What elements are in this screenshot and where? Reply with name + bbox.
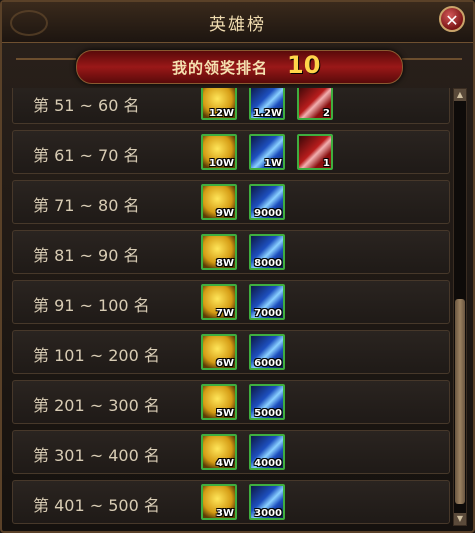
reward-quantity: 6000 <box>254 358 282 369</box>
reward-row: 第 91 ~ 100 名 7W 7000 <box>12 280 450 324</box>
reward-quantity: 4W <box>216 458 234 469</box>
reward-row: 第 101 ~ 200 名 6W 6000 <box>12 330 450 374</box>
crystal-reward-icon[interactable]: 4000 <box>249 434 285 470</box>
reward-quantity: 1 <box>323 158 330 169</box>
my-rank-label: 我的领奖排名 <box>172 59 269 77</box>
rank-range-label: 第 401 ~ 500 名 <box>33 496 160 515</box>
reward-quantity: 7W <box>216 308 234 319</box>
gold-reward-icon[interactable]: 4W <box>201 434 237 470</box>
scrollbar-thumb[interactable] <box>455 299 465 504</box>
rank-range-label: 第 201 ~ 300 名 <box>33 396 160 415</box>
reward-row: 第 301 ~ 400 名 4W 4000 <box>12 430 450 474</box>
gold-reward-icon[interactable]: 9W <box>201 184 237 220</box>
gold-reward-icon[interactable]: 8W <box>201 234 237 270</box>
crystal-reward-icon[interactable]: 5000 <box>249 384 285 420</box>
reward-quantity: 12W <box>209 108 234 119</box>
box-reward-icon[interactable]: 2 <box>297 88 333 120</box>
reward-row: 第 61 ~ 70 名 10W 1W 1 <box>12 130 450 174</box>
banner-wing-left <box>16 58 76 76</box>
reward-row: 第 401 ~ 500 名 3W 3000 <box>12 480 450 524</box>
crystal-reward-icon[interactable]: 9000 <box>249 184 285 220</box>
crystal-reward-icon[interactable]: 8000 <box>249 234 285 270</box>
reward-quantity: 10W <box>209 158 234 169</box>
reward-row: 第 81 ~ 90 名 8W 8000 <box>12 230 450 274</box>
gold-reward-icon[interactable]: 3W <box>201 484 237 520</box>
my-rank-banner: 我的领奖排名 10 <box>76 50 403 84</box>
my-rank-value: 10 <box>287 51 321 79</box>
gold-reward-icon[interactable]: 6W <box>201 334 237 370</box>
arrow-up-icon[interactable]: ▲ <box>454 89 466 101</box>
reward-quantity: 1.2W <box>253 108 282 119</box>
reward-row: 第 51 ~ 60 名 12W 1.2W 2 <box>12 88 450 124</box>
title-bar: 英雄榜 ✕ <box>2 2 473 43</box>
hero-ranking-window: 英雄榜 ✕ 我的领奖排名 10 第 51 ~ 60 名 12W 1.2W 2 第 61 … <box>0 0 475 533</box>
close-icon: ✕ <box>445 11 459 30</box>
reward-quantity: 3000 <box>254 508 282 519</box>
reward-list[interactable]: 第 51 ~ 60 名 12W 1.2W 2 第 61 ~ 70 名 10W 1W 1 第 71… <box>12 88 450 526</box>
crystal-reward-icon[interactable]: 7000 <box>249 284 285 320</box>
scrollbar[interactable]: ▲ ▼ <box>453 88 467 526</box>
gold-reward-icon[interactable]: 5W <box>201 384 237 420</box>
crystal-reward-icon[interactable]: 1.2W <box>249 88 285 120</box>
reward-row: 第 201 ~ 300 名 5W 5000 <box>12 380 450 424</box>
reward-quantity: 3W <box>216 508 234 519</box>
reward-quantity: 9000 <box>254 208 282 219</box>
rank-range-label: 第 301 ~ 400 名 <box>33 446 160 465</box>
reward-row: 第 71 ~ 80 名 9W 9000 <box>12 180 450 224</box>
gold-reward-icon[interactable]: 10W <box>201 134 237 170</box>
rank-range-label: 第 91 ~ 100 名 <box>33 296 150 315</box>
reward-quantity: 5W <box>216 408 234 419</box>
crystal-reward-icon[interactable]: 3000 <box>249 484 285 520</box>
reward-quantity: 8000 <box>254 258 282 269</box>
window-title: 英雄榜 <box>209 15 266 35</box>
gold-reward-icon[interactable]: 7W <box>201 284 237 320</box>
reward-quantity: 7000 <box>254 308 282 319</box>
rank-range-label: 第 101 ~ 200 名 <box>33 346 160 365</box>
reward-quantity: 5000 <box>254 408 282 419</box>
rank-range-label: 第 81 ~ 90 名 <box>33 246 140 265</box>
rank-range-label: 第 61 ~ 70 名 <box>33 146 140 165</box>
reward-quantity: 9W <box>216 208 234 219</box>
box-reward-icon[interactable]: 1 <box>297 134 333 170</box>
crystal-reward-icon[interactable]: 1W <box>249 134 285 170</box>
arrow-down-icon[interactable]: ▼ <box>454 513 466 525</box>
gold-reward-icon[interactable]: 12W <box>201 88 237 120</box>
reward-quantity: 2 <box>323 108 330 119</box>
close-button[interactable]: ✕ <box>439 6 465 32</box>
reward-quantity: 1W <box>264 158 282 169</box>
rank-range-label: 第 71 ~ 80 名 <box>33 196 140 215</box>
banner-wing-right <box>402 58 462 76</box>
crystal-reward-icon[interactable]: 6000 <box>249 334 285 370</box>
reward-quantity: 6W <box>216 358 234 369</box>
reward-quantity: 4000 <box>254 458 282 469</box>
reward-quantity: 8W <box>216 258 234 269</box>
rank-range-label: 第 51 ~ 60 名 <box>33 96 140 115</box>
